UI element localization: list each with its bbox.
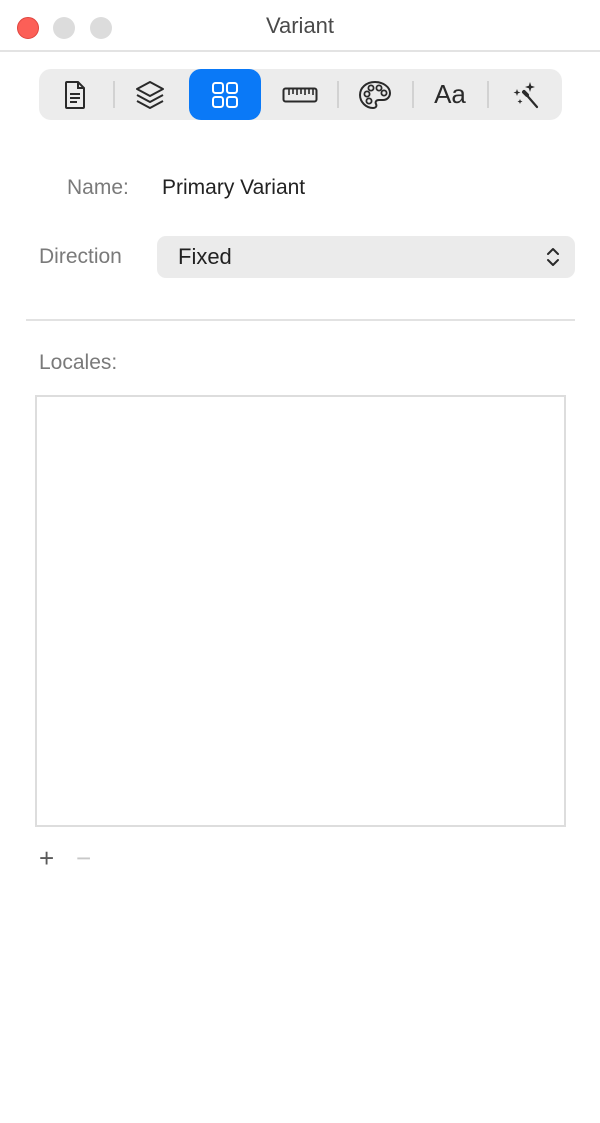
remove-locale-button[interactable]: − bbox=[76, 845, 91, 871]
layers-icon bbox=[136, 80, 164, 109]
layers-tab[interactable] bbox=[114, 69, 186, 120]
document-icon bbox=[65, 80, 85, 109]
inspector-toolbar: Aa bbox=[39, 69, 562, 120]
font-tab[interactable]: Aa bbox=[414, 69, 486, 120]
direction-label: Direction bbox=[39, 245, 122, 268]
effects-tab[interactable] bbox=[489, 69, 561, 120]
palette-icon bbox=[358, 80, 392, 109]
document-tab[interactable] bbox=[39, 69, 111, 120]
add-locale-button[interactable]: + bbox=[39, 845, 54, 871]
ruler-icon bbox=[282, 87, 318, 102]
magic-wand-icon bbox=[513, 81, 539, 108]
direction-select-value: Fixed bbox=[178, 244, 232, 269]
up-down-chevron-icon bbox=[547, 248, 559, 266]
section-divider bbox=[26, 319, 575, 321]
grid-tab[interactable] bbox=[189, 69, 261, 120]
name-value[interactable]: Primary Variant bbox=[162, 176, 305, 200]
palette-tab[interactable] bbox=[339, 69, 411, 120]
ruler-tab[interactable] bbox=[264, 69, 336, 120]
locales-list[interactable] bbox=[35, 395, 566, 827]
direction-select[interactable]: Fixed bbox=[157, 236, 575, 278]
font-icon: Aa bbox=[434, 79, 466, 109]
locales-label: Locales: bbox=[39, 351, 118, 374]
window-title: Variant bbox=[265, 13, 335, 38]
title-bar: Variant bbox=[0, 0, 600, 52]
name-label: Name: bbox=[67, 176, 129, 199]
grid-icon bbox=[212, 81, 238, 108]
